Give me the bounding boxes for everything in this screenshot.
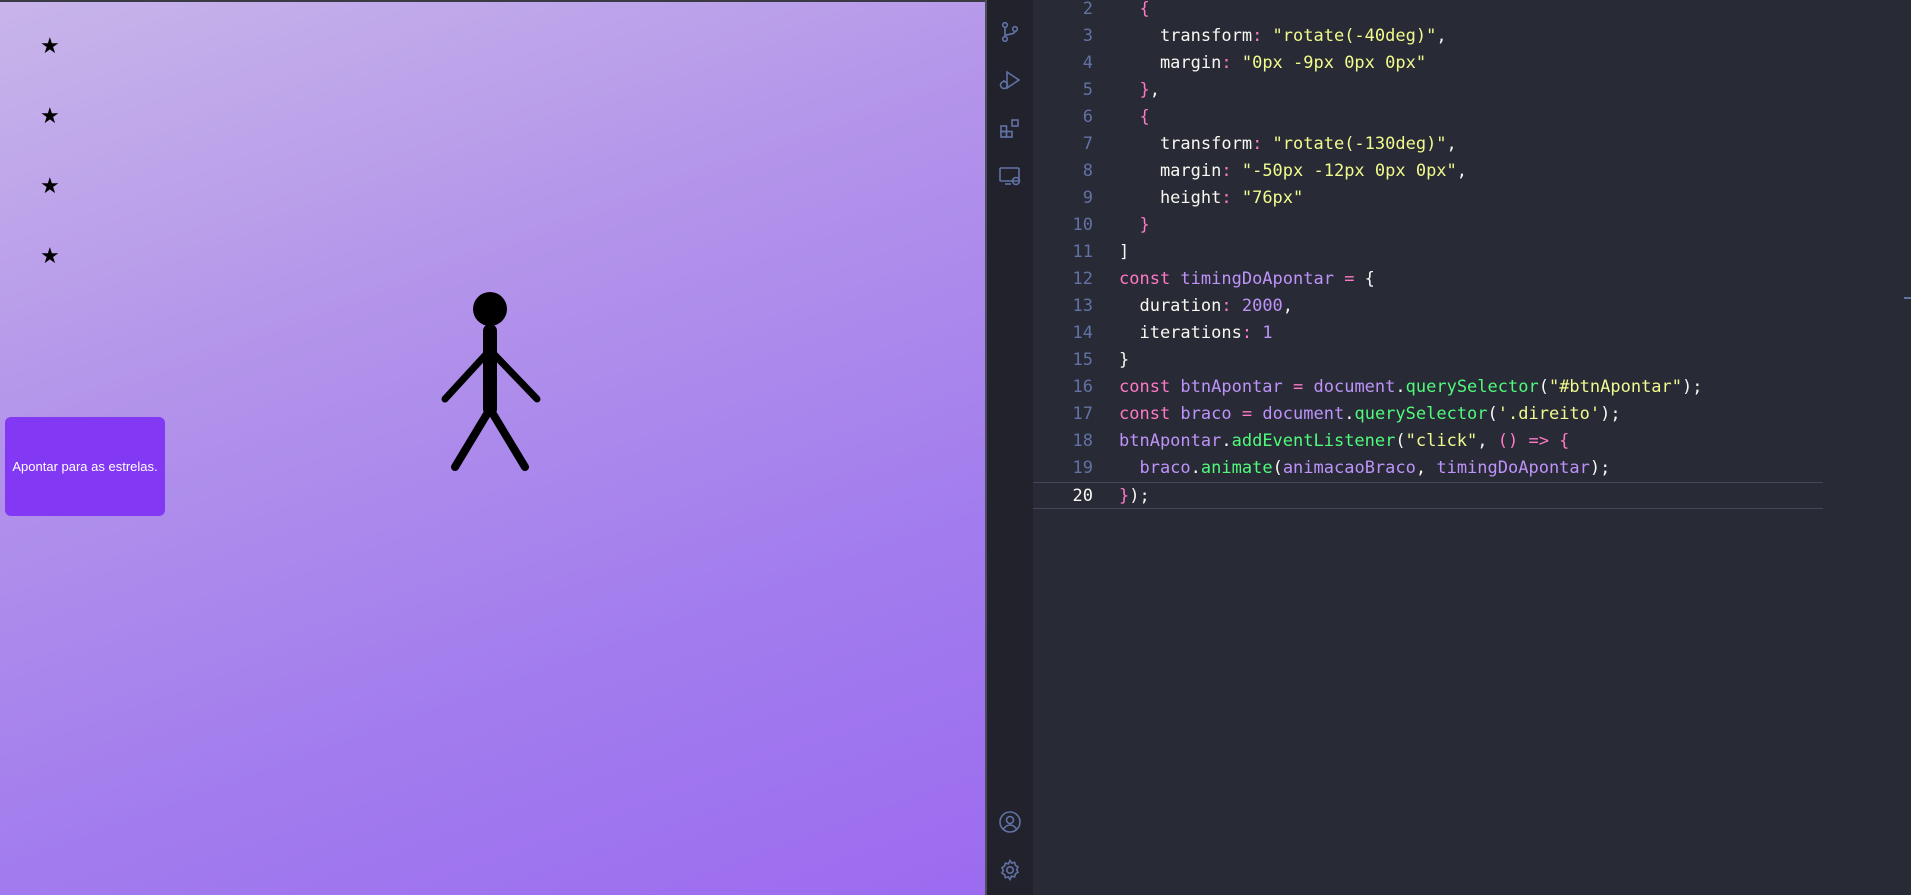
star-icon: ★	[40, 34, 60, 59]
code-text: transform: "rotate(-130deg)",	[1119, 134, 1457, 154]
stickman-head	[473, 292, 507, 326]
account-icon[interactable]	[998, 810, 1022, 834]
code-text: });	[1119, 486, 1150, 506]
source-control-icon[interactable]	[998, 20, 1022, 44]
code-text: const timingDoApontar = {	[1119, 269, 1375, 289]
code-text: margin: "-50px -12px 0px 0px",	[1119, 161, 1468, 181]
line-number: 6	[1082, 107, 1093, 127]
stickman-left-leg	[451, 405, 494, 471]
line-number: 11	[1072, 242, 1093, 262]
code-text: duration: 2000,	[1119, 296, 1294, 316]
browser-preview: ★ ★ ★ ★ Apontar para as estrelas.	[0, 0, 985, 895]
code-text: }	[1119, 215, 1150, 235]
star-icon: ★	[40, 174, 60, 199]
stickman-right-leg	[486, 405, 529, 471]
code-text: margin: "0px -9px 0px 0px"	[1119, 53, 1427, 73]
code-text: }	[1119, 350, 1130, 370]
code-line[interactable]: 19 braco.animate(animacaoBraco, timingDo…	[1033, 455, 1823, 482]
point-to-stars-button[interactable]: Apontar para as estrelas.	[5, 417, 165, 516]
code-text: btnApontar.addEventListener("click", () …	[1119, 431, 1570, 451]
line-number: 20	[1072, 486, 1093, 506]
line-number: 18	[1072, 431, 1093, 451]
line-number: 15	[1072, 350, 1093, 370]
line-number: 12	[1072, 269, 1093, 289]
code-text: {	[1139, 0, 1150, 19]
code-editor[interactable]: 2 {3 transform: "rotate(-40deg)", 4 margi…	[1033, 0, 1911, 895]
stickman-figure	[441, 292, 541, 471]
star-icon: ★	[40, 104, 60, 129]
code-line[interactable]: 11]	[1033, 239, 1823, 266]
line-number: 7	[1082, 134, 1093, 154]
code-text: height: "76px"	[1119, 188, 1304, 208]
code-line[interactable]: 2 {	[1033, 0, 1823, 23]
scrollbar-marker[interactable]	[1904, 297, 1911, 299]
code-text: const btnApontar = document.querySelecto…	[1119, 377, 1703, 397]
code-line[interactable]: 6 {	[1033, 104, 1823, 131]
code-line[interactable]: 8 margin: "-50px -12px 0px 0px",	[1033, 158, 1823, 185]
line-number: 4	[1082, 53, 1093, 73]
line-number: 9	[1082, 188, 1093, 208]
line-number: 5	[1082, 80, 1093, 100]
code-text: const braco = document.querySelector('.d…	[1119, 404, 1621, 424]
code-line[interactable]: 14 iterations: 1	[1033, 320, 1823, 347]
line-number: 3	[1082, 26, 1093, 46]
line-number: 10	[1072, 215, 1093, 235]
code-line[interactable]: 13 duration: 2000,	[1033, 293, 1823, 320]
code-text: transform: "rotate(-40deg)",	[1119, 26, 1447, 46]
code-line[interactable]: 5 },	[1033, 77, 1823, 104]
code-text: iterations: 1	[1119, 323, 1273, 343]
code-line[interactable]: 9 height: "76px"	[1033, 185, 1823, 212]
code-line[interactable]: 4 margin: "0px -9px 0px 0px"	[1033, 50, 1823, 77]
code-text: },	[1119, 80, 1160, 100]
line-number: 16	[1072, 377, 1093, 397]
code-line[interactable]: 10 }	[1033, 212, 1823, 239]
code-line[interactable]: 16 const btnApontar = document.querySelec…	[1033, 374, 1823, 401]
run-debug-icon[interactable]	[998, 68, 1022, 92]
line-number: 13	[1072, 296, 1093, 316]
line-number: 19	[1072, 458, 1093, 478]
screen: ★ ★ ★ ★ Apontar para as estrelas. 2 {3 …	[0, 0, 1911, 895]
code-line[interactable]: 17 const braco = document.querySelector('…	[1033, 401, 1823, 428]
extensions-icon[interactable]	[998, 116, 1022, 140]
code-line[interactable]: 20});	[1033, 482, 1823, 509]
line-number: 2	[1082, 0, 1093, 19]
code-line[interactable]: 12 const timingDoApontar = {	[1033, 266, 1823, 293]
code-text: braco.animate(animacaoBraco, timingDoApo…	[1119, 458, 1611, 478]
remote-explorer-icon[interactable]	[998, 164, 1022, 188]
line-number: 8	[1082, 161, 1093, 181]
code-line[interactable]: 3 transform: "rotate(-40deg)",	[1033, 23, 1823, 50]
stickman-right-arm	[486, 346, 541, 403]
code-text: ]	[1119, 242, 1130, 262]
line-number: 17	[1072, 404, 1093, 424]
code-text: {	[1119, 107, 1150, 127]
code-line[interactable]: 18 btnApontar.addEventListener("click", (…	[1033, 428, 1823, 455]
activity-bar	[987, 0, 1033, 895]
star-icon: ★	[40, 244, 60, 269]
settings-gear-icon[interactable]	[998, 858, 1022, 882]
code-line[interactable]: 7 transform: "rotate(-130deg)",	[1033, 131, 1823, 158]
code-line[interactable]: 15}	[1033, 347, 1823, 374]
line-number: 14	[1072, 323, 1093, 343]
